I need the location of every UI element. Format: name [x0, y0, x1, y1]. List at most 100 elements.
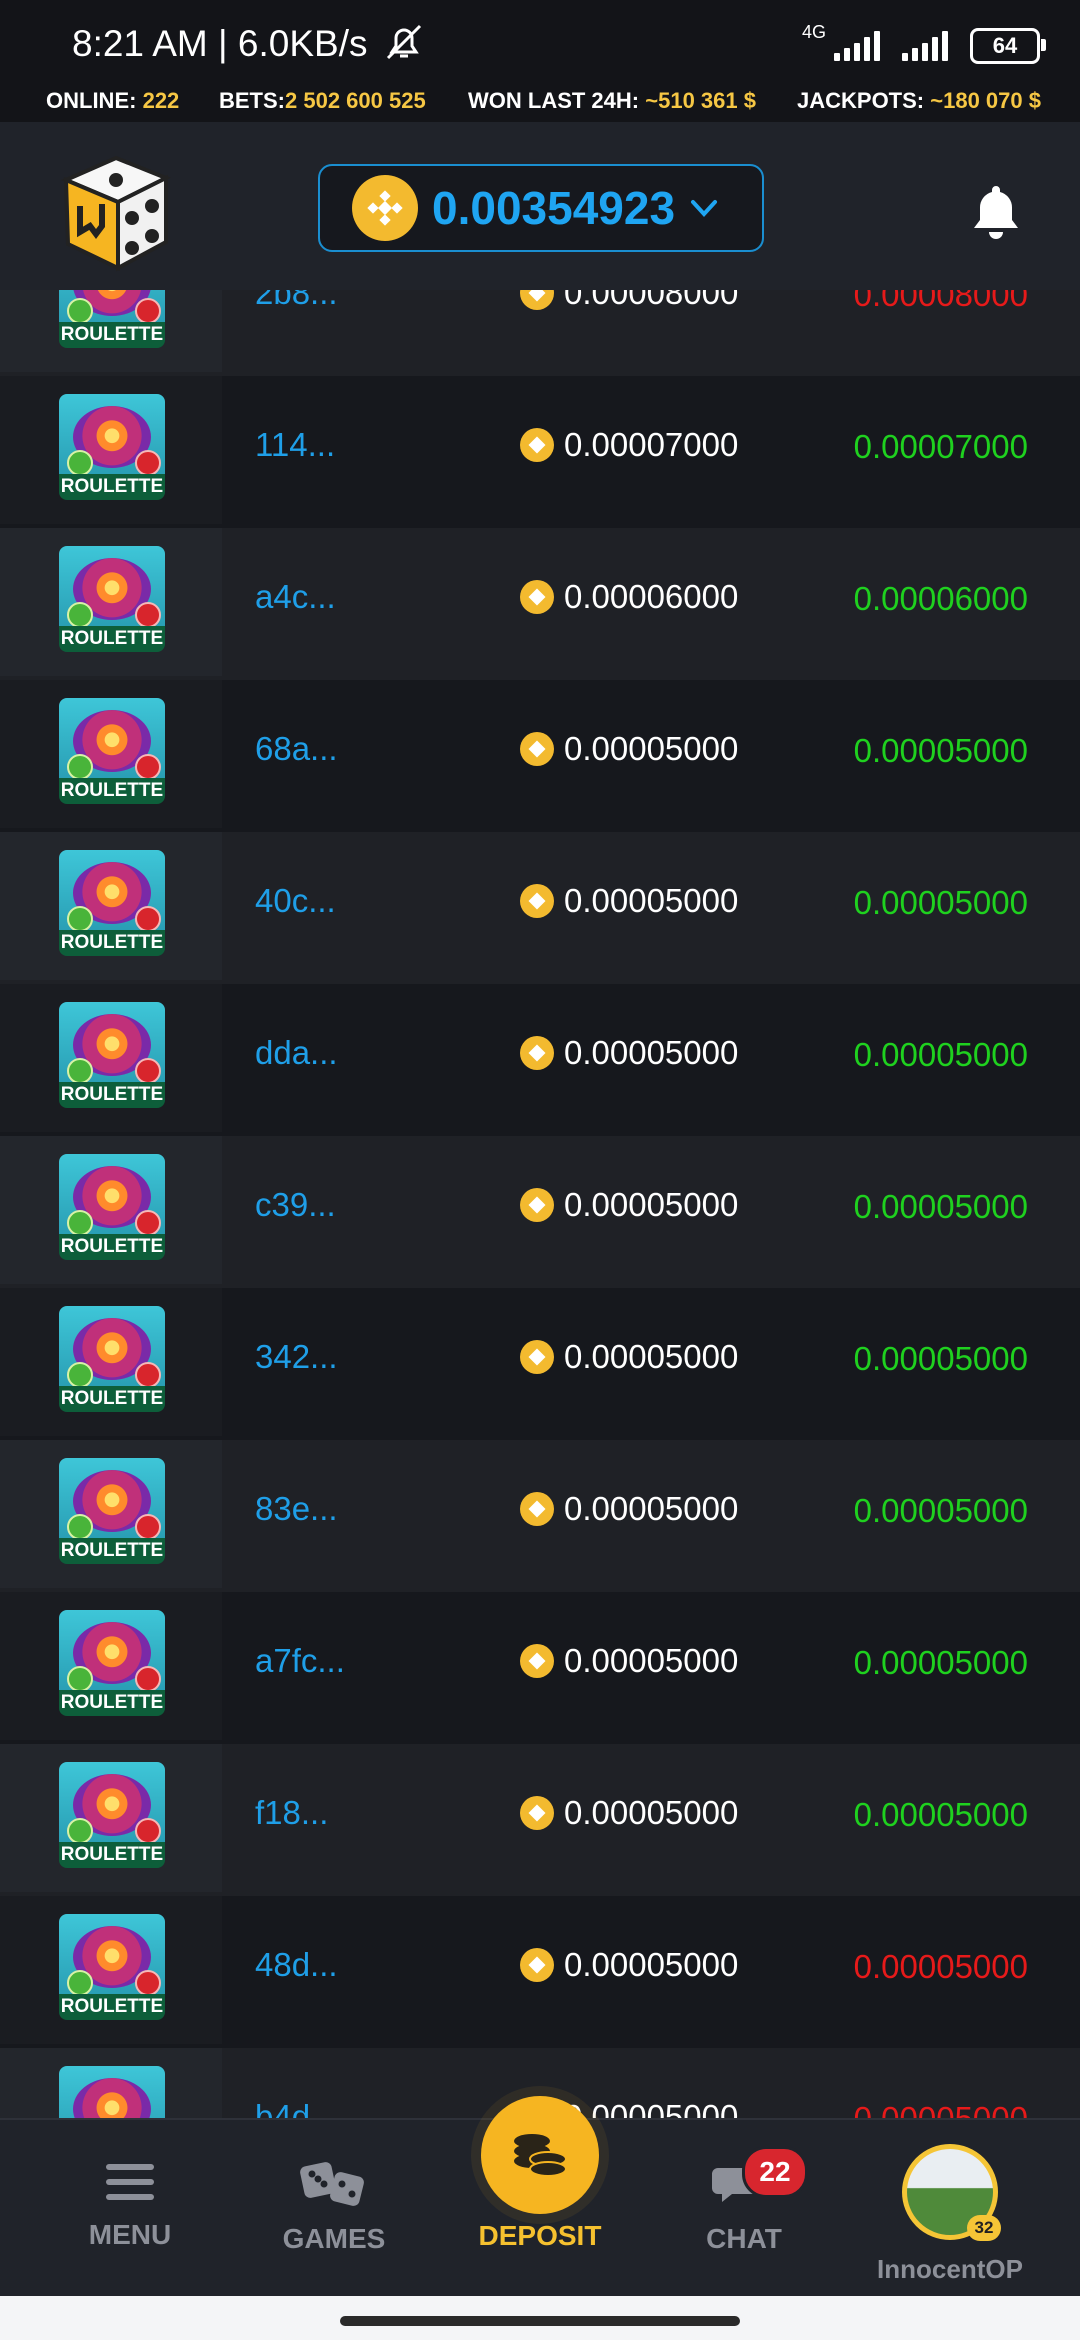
- bnb-coin-icon: [520, 1036, 554, 1070]
- roulette-game-icon[interactable]: ROULETTE: [59, 1610, 165, 1716]
- table-row[interactable]: ROULETTE 48d... 0.00005000 0.00005000: [0, 1896, 1080, 2048]
- home-indicator[interactable]: [340, 2316, 740, 2326]
- bnb-coin-icon: [520, 290, 554, 310]
- roulette-game-icon[interactable]: ROULETTE: [59, 2066, 165, 2118]
- bet-value: 0.00005000: [564, 730, 739, 767]
- bet-value: 0.00006000: [564, 578, 739, 615]
- bet-amount: 0.00005000: [520, 1186, 738, 1224]
- bell-icon[interactable]: [968, 180, 1024, 240]
- table-row[interactable]: ROULETTE 2b8... 0.00008000 0.00008000: [0, 290, 1080, 376]
- avatar: 32: [902, 2144, 1001, 2241]
- game-label: ROULETTE: [59, 1842, 165, 1868]
- roulette-game-icon[interactable]: ROULETTE: [59, 698, 165, 804]
- stats-ticker: ONLINE: 222 BETS:2 502 600 525 WON LAST …: [0, 80, 1080, 122]
- hamburger-icon: [106, 2164, 154, 2200]
- dice-icon: [300, 2162, 364, 2206]
- table-row[interactable]: ROULETTE 68a... 0.00005000 0.00005000: [0, 680, 1080, 832]
- game-label: ROULETTE: [59, 1386, 165, 1412]
- table-row[interactable]: ROULETTE 83e... 0.00005000 0.00005000: [0, 1440, 1080, 1592]
- table-row[interactable]: ROULETTE f18... 0.00005000 0.00005000: [0, 1744, 1080, 1896]
- online-stat: ONLINE: 222: [46, 88, 179, 114]
- game-label: ROULETTE: [59, 474, 165, 500]
- bet-amount: 0.00005000: [520, 1034, 738, 1072]
- roulette-game-icon[interactable]: ROULETTE: [59, 1762, 165, 1868]
- bet-value: 0.00005000: [564, 1186, 739, 1223]
- bet-hash-link[interactable]: a7fc...: [255, 1642, 345, 1680]
- bet-value: 0.00007000: [564, 426, 739, 463]
- nav-chat[interactable]: 22 CHAT: [664, 2146, 824, 2255]
- table-row[interactable]: ROULETTE c39... 0.00005000 0.00005000: [0, 1136, 1080, 1288]
- bet-hash-link[interactable]: f18...: [255, 1794, 328, 1832]
- bet-hash-link[interactable]: dda...: [255, 1034, 338, 1072]
- table-row[interactable]: ROULETTE a4c... 0.00006000 0.00006000: [0, 528, 1080, 680]
- roulette-game-icon[interactable]: ROULETTE: [59, 290, 165, 348]
- battery-level: 64: [992, 33, 1018, 58]
- bet-value: 0.00005000: [564, 1642, 739, 1679]
- bet-amount: 0.00005000: [520, 882, 738, 920]
- bet-hash-link[interactable]: 342...: [255, 1338, 338, 1376]
- balance-selector[interactable]: 0.00354923: [318, 164, 764, 252]
- table-row[interactable]: ROULETTE a7fc... 0.00005000 0.00005000: [0, 1592, 1080, 1744]
- payout-amount: 0.00005000: [853, 1188, 1028, 1225]
- bet-hash-link[interactable]: c39...: [255, 1186, 336, 1224]
- table-row[interactable]: ROULETTE dda... 0.00005000 0.00005000: [0, 984, 1080, 1136]
- table-row[interactable]: ROULETTE 342... 0.00005000 0.00005000: [0, 1288, 1080, 1440]
- bet-amount: 0.00005000: [520, 1794, 738, 1832]
- bet-hash-link[interactable]: a4c...: [255, 578, 336, 616]
- nav-profile[interactable]: 32 InnocentOP: [870, 2144, 1030, 2285]
- roulette-game-icon[interactable]: ROULETTE: [59, 1458, 165, 1564]
- chevron-down-icon: [691, 200, 718, 217]
- bnb-coin-icon: [520, 1948, 554, 1982]
- nav-menu[interactable]: MENU: [50, 2160, 210, 2251]
- nav-deposit[interactable]: DEPOSIT: [460, 2096, 620, 2252]
- nav-menu-label: MENU: [88, 2219, 172, 2250]
- profile-name: InnocentOP: [877, 2254, 1023, 2284]
- roulette-game-icon[interactable]: ROULETTE: [59, 1002, 165, 1108]
- deposit-button[interactable]: [481, 2096, 599, 2214]
- payout-amount: 0.00007000: [853, 428, 1028, 465]
- status-text: 8:21 AM | 6.0KB/s: [72, 23, 368, 64]
- bet-value: 0.00005000: [564, 1490, 739, 1527]
- bet-hash-link[interactable]: b4d...: [255, 2098, 338, 2118]
- roulette-game-icon[interactable]: ROULETTE: [59, 1914, 165, 2020]
- nav-games-label: GAMES: [282, 2223, 386, 2254]
- bet-hash-link[interactable]: 83e...: [255, 1490, 338, 1528]
- bnb-coin-icon: [520, 428, 554, 462]
- bets-value: 2 502 600 525: [285, 88, 426, 113]
- bet-value: 0.00008000: [564, 290, 739, 311]
- bet-hash-link[interactable]: 2b8...: [255, 290, 338, 312]
- roulette-game-icon[interactable]: ROULETTE: [59, 1306, 165, 1412]
- bet-hash-link[interactable]: 68a...: [255, 730, 338, 768]
- bet-value: 0.00005000: [564, 1794, 739, 1831]
- payout-amount: 0.00005000: [853, 1340, 1028, 1377]
- bet-amount: 0.00005000: [520, 1946, 738, 1984]
- table-row[interactable]: ROULETTE 114... 0.00007000 0.00007000: [0, 376, 1080, 528]
- payout-amount: 0.00005000: [853, 884, 1028, 921]
- roulette-game-icon[interactable]: ROULETTE: [59, 850, 165, 956]
- jackpots-label: JACKPOTS:: [797, 88, 925, 113]
- roulette-game-icon[interactable]: ROULETTE: [59, 546, 165, 652]
- bnb-coin-icon: [520, 884, 554, 918]
- bnb-coin-icon: [520, 1644, 554, 1678]
- bet-hash-link[interactable]: 48d...: [255, 1946, 338, 1984]
- bet-amount: 0.00008000: [520, 290, 738, 312]
- payout-amount: 0.00005000: [853, 1796, 1028, 1833]
- nav-games[interactable]: GAMES: [254, 2160, 414, 2255]
- bnb-coin-icon: [520, 1492, 554, 1526]
- app-header: 0.00354923: [0, 122, 1080, 292]
- bet-value: 0.00005000: [564, 1034, 739, 1071]
- won-stat: WON LAST 24H: ~510 361 $: [468, 88, 756, 114]
- bet-hash-link[interactable]: 114...: [255, 426, 335, 464]
- coins-stack-icon: [514, 2134, 567, 2177]
- table-row[interactable]: ROULETTE 40c... 0.00005000 0.00005000: [0, 832, 1080, 984]
- roulette-game-icon[interactable]: ROULETTE: [59, 394, 165, 500]
- bet-amount: 0.00007000: [520, 426, 738, 464]
- dice-logo-icon[interactable]: [46, 140, 186, 280]
- roulette-game-icon[interactable]: ROULETTE: [59, 1154, 165, 1260]
- game-label: ROULETTE: [59, 1994, 165, 2020]
- bnb-coin-icon: [520, 1796, 554, 1830]
- online-label: ONLINE:: [46, 88, 137, 113]
- bet-hash-link[interactable]: 40c...: [255, 882, 336, 920]
- level-badge: 32: [967, 2215, 1001, 2241]
- payout-amount: 0.00005000: [853, 732, 1028, 769]
